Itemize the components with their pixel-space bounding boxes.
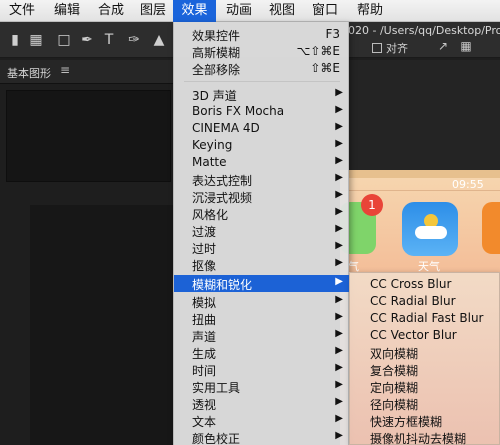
menu-category[interactable]: 时间 ▶ (174, 361, 350, 378)
chevron-right-icon: ▶ (335, 155, 343, 166)
menu-category[interactable]: 文本 ▶ (174, 412, 350, 429)
menu-category[interactable]: CINEMA 4D ▶ (174, 120, 350, 137)
notification-badge: 1 (361, 194, 383, 216)
chevron-right-icon: ▶ (335, 223, 343, 234)
menu-effect[interactable]: 效果 (173, 0, 216, 22)
cloud-icon (415, 226, 447, 239)
chevron-right-icon: ▶ (335, 294, 343, 305)
menu-item-effect-controls[interactable]: 效果控件 F3 (174, 26, 350, 43)
pen-tool-icon[interactable]: ✒ (78, 31, 96, 49)
submenu-item[interactable]: 径向模糊 (370, 396, 418, 413)
submenu-item[interactable]: CC Cross Blur (370, 277, 451, 291)
pan-behind-tool-icon[interactable]: ▦ (27, 31, 45, 49)
app-icon (482, 202, 500, 254)
chevron-right-icon: ▶ (335, 240, 343, 251)
align-checkbox[interactable] (372, 43, 382, 53)
menu-file[interactable]: 文件 (2, 0, 42, 22)
menu-window[interactable]: 窗口 (305, 0, 345, 22)
status-strip (340, 170, 500, 178)
submenu-item[interactable]: CC Radial Fast Blur (370, 311, 483, 325)
menu-category[interactable]: 生成 ▶ (174, 344, 350, 361)
chevron-right-icon: ▶ (335, 396, 343, 407)
panel-content-area (30, 205, 173, 445)
chevron-right-icon: ▶ (335, 138, 343, 149)
menu-category[interactable]: 过时 ▶ (174, 239, 350, 256)
menu-category[interactable]: 沉浸式视频 ▶ (174, 188, 350, 205)
composition-header (345, 60, 500, 170)
menu-category[interactable]: 过渡 ▶ (174, 222, 350, 239)
menu-animation[interactable]: 动画 (219, 0, 259, 22)
blur-sharpen-submenu: CC Cross Blur CC Radial Blur CC Radial F… (349, 272, 500, 445)
menu-item-remove-all[interactable]: 全部移除 ⇧⌘E (174, 60, 350, 77)
submenu-item[interactable]: 快速方框模糊 (370, 413, 442, 430)
hamburger-icon[interactable]: ≡ (60, 63, 70, 77)
menu-composition[interactable]: 合成 (90, 0, 132, 22)
menu-layer[interactable]: 图层 (133, 0, 173, 22)
menu-view[interactable]: 视图 (262, 0, 302, 22)
chevron-right-icon: ▶ (335, 257, 343, 268)
submenu-item[interactable]: 复合模糊 (370, 362, 418, 379)
submenu-item[interactable]: 双向模糊 (370, 345, 418, 362)
menu-category[interactable]: Matte ▶ (174, 154, 350, 171)
submenu-item[interactable]: CC Vector Blur (370, 328, 457, 342)
submenu-item[interactable]: 定向模糊 (370, 379, 418, 396)
chevron-right-icon: ▶ (335, 276, 343, 287)
stamp-tool-icon[interactable]: ▲ (150, 31, 168, 49)
chevron-right-icon: ▶ (335, 328, 343, 339)
camera-tool-icon[interactable]: ▮ (6, 31, 24, 49)
menu-category[interactable]: 表达式控制 ▶ (174, 171, 350, 188)
submenu-item[interactable]: CC Radial Blur (370, 294, 456, 308)
chevron-right-icon: ▶ (335, 189, 343, 200)
chevron-right-icon: ▶ (335, 362, 343, 373)
chevron-right-icon: ▶ (335, 311, 343, 322)
align-label: 对齐 (386, 42, 408, 55)
chevron-right-icon: ▶ (335, 104, 343, 115)
menu-category[interactable]: 实用工具 ▶ (174, 378, 350, 395)
menu-category[interactable]: 透视 ▶ (174, 395, 350, 412)
menu-category[interactable]: 风格化 ▶ (174, 205, 350, 222)
menu-help[interactable]: 帮助 (350, 0, 390, 22)
panel-title: 基本图形 (7, 67, 51, 80)
menu-item-gaussian-blur[interactable]: 高斯模糊 ⌥⇧⌘E (174, 43, 350, 60)
menu-category-blur-sharpen[interactable]: 模糊和锐化 ▶ (174, 275, 350, 292)
chevron-right-icon: ▶ (335, 345, 343, 356)
brush-tool-icon[interactable]: ✑ (125, 31, 143, 49)
chevron-right-icon: ▶ (335, 87, 343, 98)
menu-category[interactable]: Boris FX Mocha ▶ (174, 103, 350, 120)
divider (340, 190, 500, 191)
snap-options-icon[interactable]: ▦ (458, 39, 474, 53)
chevron-right-icon: ▶ (335, 379, 343, 390)
menu-separator (184, 81, 340, 82)
type-tool-icon[interactable]: T (100, 31, 118, 49)
submenu-item[interactable]: 摄像机抖动去模糊 (370, 430, 466, 445)
menu-bar: 文件 编辑 合成 图层 效果 动画 视图 窗口 帮助 (0, 0, 500, 22)
menu-category[interactable]: 扭曲 ▶ (174, 310, 350, 327)
effect-menu: 效果控件 F3 高斯模糊 ⌥⇧⌘E 全部移除 ⇧⌘E 3D 声道 ▶ Boris … (173, 22, 350, 445)
menu-category[interactable]: Keying ▶ (174, 137, 350, 154)
snap-icon[interactable]: ↗ (435, 39, 451, 53)
menu-category[interactable]: 声道 ▶ (174, 327, 350, 344)
window-title: 020 - /Users/qq/Desktop/Projec (348, 24, 500, 37)
rectangle-tool-icon[interactable]: □ (55, 31, 73, 49)
menu-edit[interactable]: 编辑 (46, 0, 88, 22)
chevron-right-icon: ▶ (335, 430, 343, 441)
chevron-right-icon: ▶ (335, 413, 343, 424)
menu-category[interactable]: 颜色校正 ▶ (174, 429, 350, 445)
chevron-right-icon: ▶ (335, 206, 343, 217)
chevron-right-icon: ▶ (335, 121, 343, 132)
menu-category[interactable]: 3D 声道 ▶ (174, 86, 350, 103)
chevron-right-icon: ▶ (335, 172, 343, 183)
panel-preview-area (6, 90, 171, 182)
menu-category[interactable]: 抠像 ▶ (174, 256, 350, 273)
menu-category[interactable]: 模拟 ▶ (174, 293, 350, 310)
